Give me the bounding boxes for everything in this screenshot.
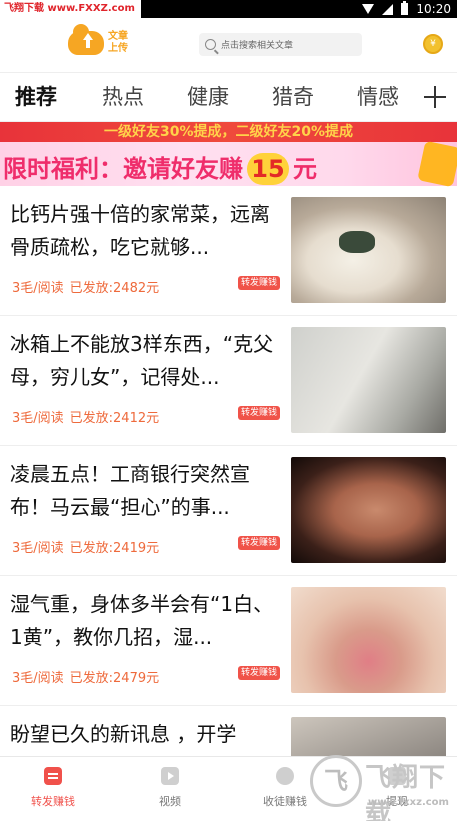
nav-label: 转发赚钱 — [31, 795, 75, 808]
promo-banner[interactable]: 一级好友30%提成，二级好友20%提成 限时福利：邀请好友赚 15 元 — [0, 122, 457, 188]
tab-health[interactable]: 健康 — [187, 81, 229, 111]
signal-icon — [382, 3, 394, 15]
status-time: 10:20 — [416, 2, 451, 16]
battery-icon — [401, 1, 409, 15]
article-item[interactable]: 凌晨五点！工商银行突然宣布！马云最“担心”的事... 3毛/阅读 已发放:2419… — [0, 446, 457, 576]
share-earn-badge[interactable]: 转发赚钱 — [238, 666, 281, 680]
article-title: 冰箱上不能放3样东西，“克父母，穷儿女”，记得处... — [10, 332, 274, 389]
article-price: 3毛/阅读 — [12, 671, 64, 686]
share-earn-icon — [44, 767, 62, 785]
article-price: 3毛/阅读 — [12, 411, 64, 426]
status-icons: 10:20 — [362, 0, 451, 18]
logo-line2: 上传 — [108, 43, 128, 54]
status-watermark: 飞翔下载 www.FXXZ.com — [0, 0, 141, 18]
article-title: 凌晨五点！工商银行突然宣布！马云最“担心”的事... — [10, 462, 250, 519]
article-thumbnail — [291, 197, 446, 303]
coin-icon[interactable]: ¥ — [423, 34, 443, 54]
status-bar: 飞翔下载 www.FXXZ.com 10:20 — [0, 0, 457, 18]
article-item[interactable]: 盼望已久的新讯息 ，开学 — [0, 706, 457, 756]
share-earn-badge[interactable]: 转发赚钱 — [238, 406, 281, 420]
article-paid: 已发放:2479元 — [69, 671, 160, 686]
watermark-title: 飞翔下载 — [365, 763, 447, 821]
gift-icon — [417, 140, 457, 188]
banner-commission-text: 一级好友30%提成，二级好友20%提成 — [0, 122, 457, 142]
user-icon — [276, 767, 294, 785]
add-tab-icon[interactable] — [424, 86, 446, 108]
cloud-upload-icon — [68, 24, 104, 55]
watermark-url: www.fxxz.com — [368, 797, 449, 808]
article-item[interactable]: 湿气重，身体多半会有“1白、1黄”，教你几招，湿... 3毛/阅读 已发放:247… — [0, 576, 457, 706]
banner-amount: 15 — [247, 153, 289, 185]
tab-recommend[interactable]: 推荐 — [15, 81, 57, 111]
video-icon — [161, 767, 179, 785]
article-feed: 比钙片强十倍的家常菜，远离骨质疏松，吃它就够... 3毛/阅读 已发放:2482元… — [0, 186, 457, 756]
banner-prefix: 限时福利：邀请好友赚 — [3, 155, 243, 183]
category-tabs: 推荐 热点 健康 猎奇 情感 — [0, 72, 457, 122]
nav-video[interactable]: 视频 — [130, 767, 210, 809]
article-paid: 已发放:2419元 — [69, 541, 160, 556]
logo-text: 文章 上传 — [108, 31, 128, 55]
nav-label: 视频 — [159, 795, 181, 808]
nav-label: 收徒赚钱 — [263, 795, 307, 808]
article-meta: 3毛/阅读 已发放:2479元 — [12, 667, 159, 686]
banner-headline: 限时福利：邀请好友赚 15 元 — [3, 149, 317, 185]
article-meta: 3毛/阅读 已发放:2419元 — [12, 537, 159, 556]
article-price: 3毛/阅读 — [12, 281, 64, 296]
article-paid: 已发放:2482元 — [69, 281, 160, 296]
wifi-icon — [362, 4, 375, 14]
article-title: 比钙片强十倍的家常菜，远离骨质疏松，吃它就够... — [10, 202, 270, 259]
article-meta: 3毛/阅读 已发放:2482元 — [12, 277, 159, 296]
logo-line1: 文章 — [108, 31, 128, 42]
nav-share-earn[interactable]: 转发赚钱 — [13, 767, 93, 809]
tab-emotion[interactable]: 情感 — [357, 81, 399, 111]
article-thumbnail — [291, 457, 446, 563]
article-price: 3毛/阅读 — [12, 541, 64, 556]
site-watermark: 飞 飞翔下载 www.fxxz.com — [310, 751, 457, 821]
search-placeholder: 点击搜索相关文章 — [221, 41, 294, 51]
article-title: 湿气重，身体多半会有“1白、1黄”，教你几招，湿... — [10, 592, 274, 649]
watermark-badge: 飞 — [310, 755, 362, 807]
tab-curious[interactable]: 猎奇 — [272, 81, 314, 111]
banner-main: 限时福利：邀请好友赚 15 元 — [0, 140, 457, 188]
tab-hot[interactable]: 热点 — [102, 81, 144, 111]
app-logo[interactable]: 文章 上传 — [68, 24, 128, 55]
article-meta: 3毛/阅读 已发放:2412元 — [12, 407, 159, 426]
article-paid: 已发放:2412元 — [69, 411, 160, 426]
article-title: 盼望已久的新讯息 ，开学 — [10, 722, 237, 746]
article-item[interactable]: 比钙片强十倍的家常菜，远离骨质疏松，吃它就够... 3毛/阅读 已发放:2482元… — [0, 186, 457, 316]
share-earn-badge[interactable]: 转发赚钱 — [238, 276, 281, 290]
search-input[interactable]: 点击搜索相关文章 — [199, 33, 362, 56]
share-earn-badge[interactable]: 转发赚钱 — [238, 536, 281, 550]
app-header: 文章 上传 点击搜索相关文章 ¥ — [0, 18, 457, 72]
banner-unit: 元 — [293, 155, 317, 183]
article-thumbnail — [291, 327, 446, 433]
search-icon — [205, 39, 216, 50]
article-thumbnail — [291, 587, 446, 693]
article-item[interactable]: 冰箱上不能放3样东西，“克父母，穷儿女”，记得处... 3毛/阅读 已发放:241… — [0, 316, 457, 446]
